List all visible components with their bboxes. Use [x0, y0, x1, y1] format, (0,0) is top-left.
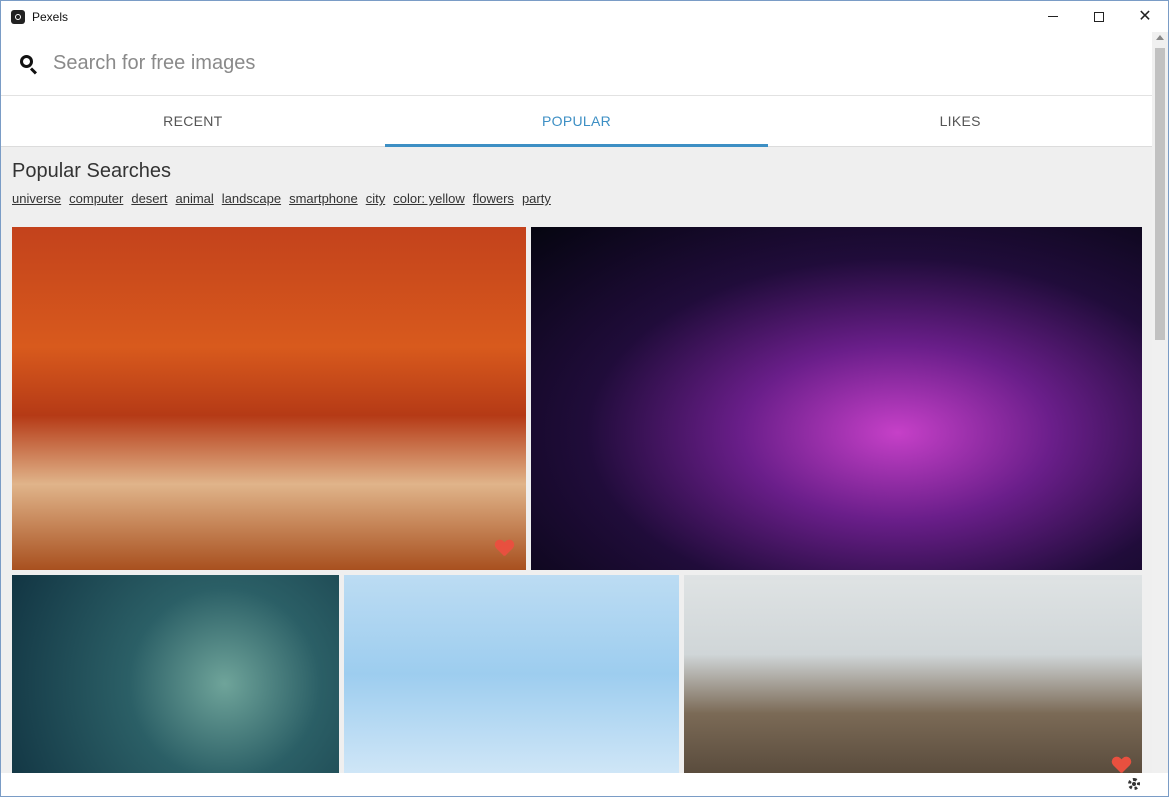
maximize-icon	[1094, 11, 1104, 22]
minimize-button[interactable]	[1030, 1, 1076, 32]
section-title: Popular Searches	[12, 160, 171, 182]
close-icon: ✕	[1138, 7, 1152, 25]
status-bar	[1, 773, 1168, 796]
tag-link[interactable]: smartphone	[289, 191, 358, 206]
camera-icon	[11, 9, 25, 24]
window-controls: ✕	[1030, 1, 1168, 32]
tab-likes[interactable]: LIKES	[768, 96, 1152, 146]
tag-link[interactable]: flowers	[473, 191, 514, 206]
main-content: Popular Searches universe computer deser…	[1, 147, 1152, 773]
photo-autumn-forest[interactable]	[12, 227, 526, 570]
popular-tags: universe computer desert animal landscap…	[12, 191, 551, 206]
tag-link[interactable]: landscape	[222, 191, 281, 206]
tag-link[interactable]: animal	[175, 191, 213, 206]
title-bar: Pexels ✕	[1, 1, 1168, 32]
tab-popular[interactable]: POPULAR	[384, 96, 769, 147]
tag-link[interactable]: color: yellow	[393, 191, 465, 206]
vertical-scrollbar[interactable]	[1152, 32, 1168, 773]
window-title: Pexels	[32, 9, 69, 24]
gear-icon[interactable]	[1128, 778, 1140, 790]
maximize-button[interactable]	[1076, 1, 1122, 32]
search-icon[interactable]	[19, 54, 39, 75]
photo-umbrellas[interactable]	[344, 575, 679, 773]
tag-link[interactable]: desert	[131, 191, 167, 206]
app-window: Pexels ✕ RECENT POPULAR LIKES Popular Se…	[0, 0, 1169, 797]
search-bar	[1, 32, 1152, 96]
tag-link[interactable]: party	[522, 191, 551, 206]
tag-link[interactable]: city	[366, 191, 386, 206]
minimize-icon	[1048, 16, 1058, 17]
close-button[interactable]: ✕	[1122, 1, 1168, 32]
photo-nebula[interactable]	[531, 227, 1142, 570]
photo-golden-gate[interactable]	[684, 575, 1142, 773]
scroll-up-icon[interactable]	[1156, 35, 1164, 40]
heart-icon[interactable]	[1112, 757, 1130, 773]
search-input[interactable]	[53, 52, 653, 75]
heart-icon[interactable]	[495, 540, 513, 556]
tab-recent[interactable]: RECENT	[1, 96, 385, 146]
tag-link[interactable]: universe	[12, 191, 61, 206]
tab-bar: RECENT POPULAR LIKES	[1, 96, 1152, 147]
photo-daisy[interactable]	[12, 575, 339, 773]
tag-link[interactable]: computer	[69, 191, 123, 206]
scroll-thumb[interactable]	[1155, 48, 1165, 340]
